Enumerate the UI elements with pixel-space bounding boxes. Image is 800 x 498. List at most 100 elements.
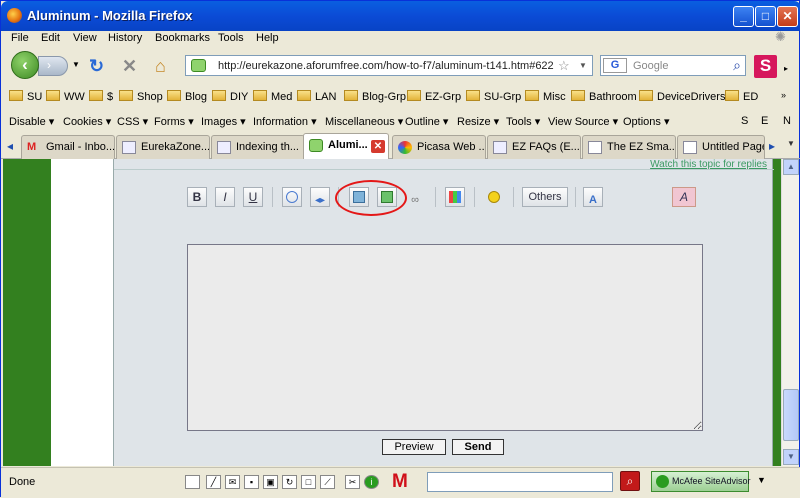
wd-status-s[interactable]: S [741, 115, 748, 127]
search-icon[interactable]: ⌕ [733, 57, 741, 74]
bookmark-folder[interactable]: $ [89, 90, 113, 103]
menu-view[interactable]: View [73, 32, 97, 44]
wd-forms[interactable]: Forms ▾ [154, 115, 194, 128]
tools-icon[interactable]: ✂ [345, 475, 360, 489]
wd-miscellaneous[interactable]: Miscellaneous ▾ [325, 115, 403, 128]
italic-button[interactable]: I [215, 187, 235, 207]
save-icon[interactable]: ▪ [244, 475, 259, 489]
reload-icon[interactable]: ↻ [89, 56, 104, 77]
close-button[interactable]: ✕ [777, 6, 798, 27]
wd-cookies[interactable]: Cookies ▾ [63, 115, 111, 128]
bookmark-folder[interactable]: Blog-Grp [344, 90, 406, 103]
wd-options[interactable]: Options ▾ [623, 115, 670, 128]
back-button[interactable]: ‹ [11, 51, 39, 79]
url-dropdown-icon[interactable]: ▼ [579, 61, 587, 70]
divider [114, 169, 774, 170]
wd-status-e[interactable]: E [761, 115, 768, 127]
maximize-button[interactable]: □ [755, 6, 776, 27]
bookmark-folder[interactable]: Shop [119, 90, 163, 103]
tab-indexing[interactable]: Indexing th... [211, 135, 305, 159]
others-button[interactable]: Others [522, 187, 568, 207]
history-dropdown-icon[interactable]: ▼ [72, 60, 80, 69]
bookmark-folder[interactable]: LAN [297, 90, 336, 103]
addon-icon[interactable]: ↻ [282, 475, 297, 489]
quote-button[interactable] [282, 187, 302, 207]
tab-picasa[interactable]: Picasa Web ... [392, 135, 486, 159]
search-box[interactable]: G Google ⌕ [600, 55, 746, 76]
bookmarks-overflow-icon[interactable]: » [781, 90, 786, 100]
tab-close-icon[interactable]: ✕ [371, 140, 385, 153]
addon-icon[interactable]: ✉ [225, 475, 240, 489]
menu-help[interactable]: Help [256, 32, 279, 44]
wd-status-n[interactable]: N [783, 115, 791, 127]
search-engine-selector[interactable]: G [603, 58, 627, 73]
scroll-up-icon[interactable]: ▲ [783, 159, 799, 175]
tab-gmail[interactable]: M Gmail - Inbo... [21, 135, 115, 159]
minimize-button[interactable]: _ [733, 6, 754, 27]
wd-outline[interactable]: Outline ▾ [405, 115, 448, 128]
wd-images[interactable]: Images ▾ [201, 115, 246, 128]
menu-history[interactable]: History [108, 32, 142, 44]
scroll-tabs-right-icon[interactable]: ▸ [769, 139, 775, 153]
tab-ez-sma[interactable]: The EZ Sma... [582, 135, 676, 159]
scroll-down-icon[interactable]: ▼ [783, 449, 799, 465]
vertical-scrollbar[interactable]: ▲ ▼ [781, 159, 799, 466]
tab-untitled[interactable]: Untitled Page [677, 135, 765, 159]
message-textarea[interactable] [187, 244, 703, 431]
s-addon-button[interactable]: S [754, 55, 777, 78]
info-icon[interactable]: i [364, 475, 379, 489]
mcafee-logo-icon[interactable]: M [392, 471, 408, 493]
forward-button[interactable]: › [38, 56, 68, 76]
list-all-tabs-icon[interactable]: ▼ [787, 139, 795, 148]
toolbar-overflow-icon[interactable]: ▸ [784, 64, 788, 73]
menu-file[interactable]: File [11, 32, 29, 44]
bookmark-folder[interactable]: ED [725, 90, 758, 103]
tab-eurekazone[interactable]: EurekaZone... [116, 135, 210, 159]
url-bar[interactable]: http://eurekazone.aforumfree.com/how-to-… [185, 55, 593, 76]
font-size-button[interactable]: A [672, 187, 696, 207]
addon-icon[interactable]: ▣ [263, 475, 278, 489]
scroll-tabs-left-icon[interactable]: ◂ [7, 139, 13, 153]
send-button[interactable]: Send [452, 439, 504, 455]
bookmark-folder[interactable]: SU-Grp [466, 90, 521, 103]
preview-button[interactable]: Preview [382, 439, 446, 455]
addon-icon[interactable]: ╱ [206, 475, 221, 489]
wd-css[interactable]: CSS ▾ [117, 115, 148, 128]
wd-information[interactable]: Information ▾ [253, 115, 317, 128]
wd-view-source[interactable]: View Source ▾ [548, 115, 618, 128]
tab-ez-faqs[interactable]: EZ FAQs (E... [487, 135, 581, 159]
color-button[interactable] [445, 187, 465, 207]
bold-button[interactable]: B [187, 187, 207, 207]
bookmark-folder[interactable]: Med [253, 90, 292, 103]
mcafee-search-icon[interactable]: ⌕ [620, 471, 640, 491]
addon-icon[interactable] [185, 475, 200, 489]
addon-icon[interactable]: ⟋ [320, 475, 335, 489]
bookmark-folder[interactable]: WW [46, 90, 85, 103]
underline-button[interactable]: U [243, 187, 263, 207]
wd-disable[interactable]: Disable ▾ [9, 115, 54, 128]
addon-icon[interactable]: □ [301, 475, 316, 489]
bookmark-folder[interactable]: Misc [525, 90, 566, 103]
scroll-thumb[interactable] [783, 389, 799, 441]
link-button[interactable]: ∞ [405, 187, 425, 207]
bookmark-folder[interactable]: Blog [167, 90, 207, 103]
smiley-button[interactable] [484, 187, 504, 207]
mcafee-search-input[interactable] [427, 472, 613, 492]
code-button[interactable]: ◂▸ [310, 187, 330, 207]
stop-icon[interactable]: ✕ [122, 56, 137, 77]
bookmark-folder[interactable]: DIY [212, 90, 248, 103]
bookmark-folder[interactable]: EZ-Grp [407, 90, 461, 103]
bookmark-folder[interactable]: Bathroom [571, 90, 637, 103]
spellcheck-button[interactable]: A [583, 187, 603, 207]
menu-tools[interactable]: Tools [218, 32, 244, 44]
siteadvisor-badge[interactable]: McAfee SiteAdvisor [651, 471, 751, 492]
home-icon[interactable]: ⌂ [155, 56, 166, 77]
bookmark-folder[interactable]: SU [9, 90, 42, 103]
wd-resize[interactable]: Resize ▾ [457, 115, 499, 128]
wd-tools[interactable]: Tools ▾ [506, 115, 540, 128]
siteadvisor-dropdown-icon[interactable]: ▼ [757, 475, 766, 485]
menu-bookmarks[interactable]: Bookmarks [155, 32, 210, 44]
bookmark-folder[interactable]: DeviceDrivers [639, 90, 725, 103]
menu-edit[interactable]: Edit [41, 32, 60, 44]
bookmark-star-icon[interactable]: ☆ [558, 58, 570, 74]
